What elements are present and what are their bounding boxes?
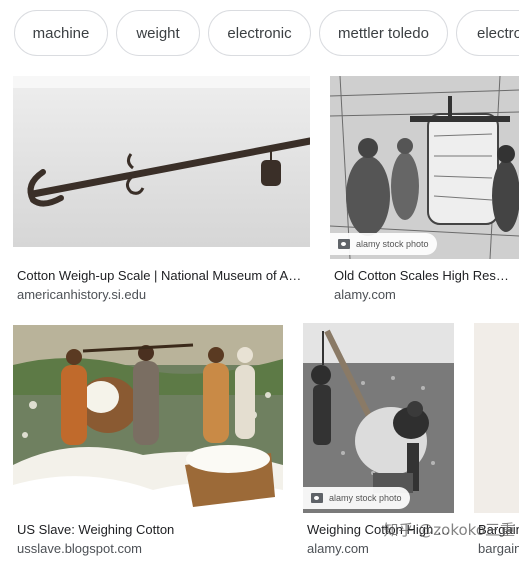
related-searches-bar: machine weight electronic mettler toledo… [0,0,519,70]
result-title[interactable]: US Slave: Weighing Cotton [17,522,283,537]
image-icon [311,493,323,503]
badge-label: alamy stock photo [329,493,402,503]
result-title[interactable]: Cotton Weigh-up Scale | National Museum … [17,268,309,283]
result-title[interactable]: Old Cotton Scales High Resolu… [334,268,514,283]
stock-photo-badge: alamy stock photo [330,233,437,255]
result-source: alamy.com [307,541,369,556]
chip-machine[interactable]: machine [14,10,108,56]
result-source: bargain [478,541,519,556]
stock-photo-badge: alamy stock photo [303,487,410,509]
result-thumbnail[interactable] [474,323,519,513]
result-thumbnail[interactable] [13,76,310,247]
watermark: 知乎 @zokoko三重 [383,521,515,539]
chip-electro[interactable]: electro [456,10,519,56]
result-thumbnail[interactable]: alamy stock photo [330,76,519,259]
result-source: alamy.com [334,287,396,302]
result-source: usslave.blogspot.com [17,541,143,556]
badge-label: alamy stock photo [356,239,429,249]
chip-electronic[interactable]: electronic [208,10,311,56]
result-source: americanhistory.si.edu [17,287,147,302]
result-thumbnail[interactable] [13,325,283,511]
result-thumbnail[interactable]: alamy stock photo [303,323,454,513]
chip-mettler-toledo[interactable]: mettler toledo [319,10,448,56]
chip-weight[interactable]: weight [116,10,200,56]
image-icon [338,239,350,249]
